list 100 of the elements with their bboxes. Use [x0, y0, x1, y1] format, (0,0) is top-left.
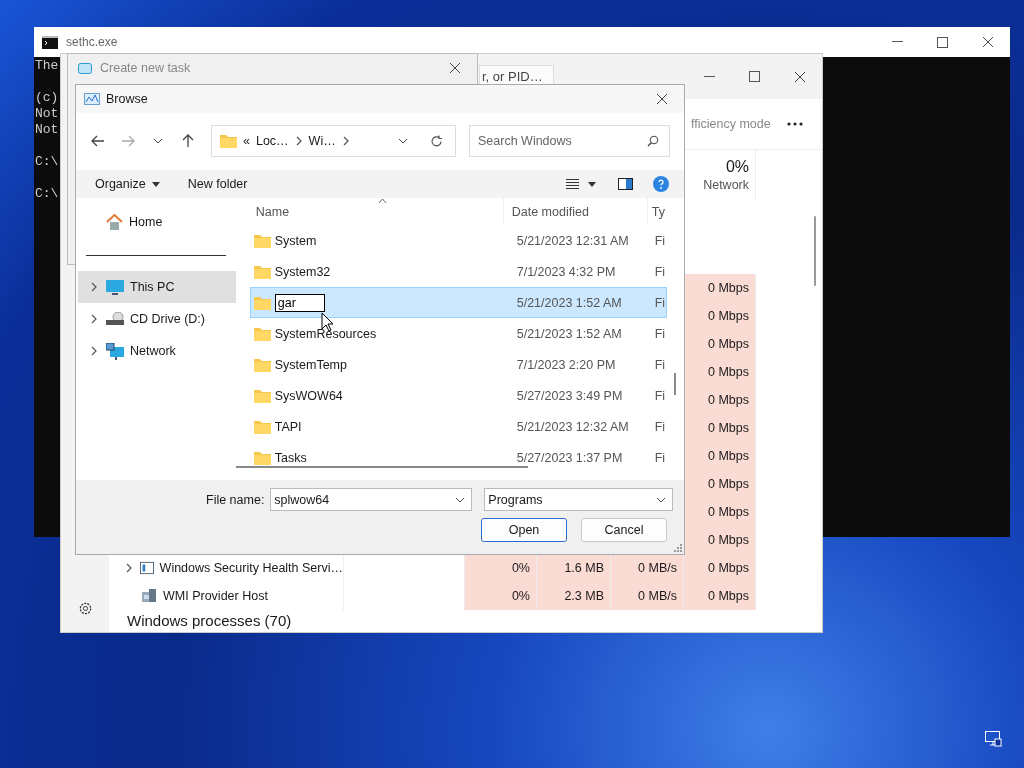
open-button[interactable]: Open [481, 518, 567, 542]
address-bar[interactable]: « Loc… Wi… [211, 125, 456, 157]
search-icon [647, 135, 659, 147]
computer-icon [141, 588, 157, 604]
console-line: Not [35, 122, 59, 138]
network-value: 0 Mbps [708, 449, 749, 463]
file-type: Fi [654, 264, 666, 279]
date-modified: 5/21/2023 12:32 AM [516, 419, 629, 434]
expand-chevron-icon [90, 314, 98, 324]
breadcrumb[interactable]: Loc… [255, 134, 289, 148]
rename-field[interactable]: gar [274, 293, 325, 312]
console-line: The [35, 58, 59, 74]
nav-item[interactable]: Home [78, 206, 236, 238]
file-type: Fi [654, 419, 666, 434]
expand-chevron-icon [125, 563, 133, 573]
date-modified: 5/27/2023 3:49 PM [516, 388, 623, 403]
close-icon[interactable] [448, 62, 461, 74]
file-type: Fi [654, 326, 666, 341]
caret-icon [151, 181, 160, 187]
network-value: 0 Mbps [708, 505, 749, 519]
file-row[interactable]: TAPI 5/21/2023 12:32 AM Fi [249, 411, 668, 442]
folder-icon [253, 388, 271, 403]
file-type-dropdown[interactable]: Programs [484, 488, 674, 511]
file-row[interactable]: SystemResources 5/21/2023 1:52 AM Fi [249, 318, 668, 349]
nav-item[interactable]: CD Drive (D:) [78, 303, 236, 335]
maximize-icon[interactable] [937, 36, 948, 48]
monitor-icon[interactable] [985, 731, 1002, 747]
console-line: C:\ [35, 186, 59, 202]
caret-icon[interactable] [588, 181, 596, 187]
folder-icon [253, 264, 271, 279]
chevron-right-icon [294, 136, 303, 146]
console-icon [42, 35, 58, 49]
overflow-glyph: « [243, 134, 250, 148]
file-name-field[interactable]: splwow64 [270, 488, 473, 511]
network-value: 0 Mbps [708, 421, 749, 435]
scrollbar-thumb[interactable] [236, 466, 528, 468]
file-name: SystemTemp [274, 357, 347, 372]
organize-menu[interactable]: Organize [91, 175, 164, 193]
efficiency-mode-button[interactable]: fficiency mode [691, 117, 771, 131]
window-icon [139, 561, 154, 575]
memory-value: 2.3 MB [564, 589, 604, 603]
file-row[interactable]: SystemTemp 7/1/2023 2:20 PM Fi [249, 349, 668, 380]
folder-icon [253, 450, 271, 465]
preview-pane-icon[interactable] [618, 178, 633, 190]
file-name: TAPI [274, 419, 302, 434]
close-icon[interactable] [981, 36, 994, 48]
chevron-down-icon[interactable] [398, 138, 408, 144]
chevron-down-icon[interactable] [455, 496, 466, 503]
back-arrow-icon[interactable] [91, 135, 105, 147]
monitor-icon [106, 279, 124, 295]
breadcrumb[interactable]: Wi… [308, 134, 336, 148]
file-row[interactable]: Tasks 5/27/2023 1:37 PM Fi [249, 442, 668, 473]
minimize-icon[interactable] [892, 41, 903, 43]
date-modified: 7/1/2023 4:32 PM [516, 264, 616, 279]
view-list-icon[interactable] [566, 179, 579, 189]
up-arrow-icon[interactable] [182, 134, 194, 148]
date-modified: 7/1/2023 2:20 PM [516, 357, 616, 372]
folder-icon [253, 295, 271, 310]
field-label: File name: [206, 492, 265, 507]
chevron-down-icon[interactable] [153, 138, 163, 144]
search-field[interactable]: Search Windows [469, 125, 670, 157]
file-name: System32 [274, 264, 331, 279]
folder-icon [253, 326, 271, 341]
file-row[interactable]: gar 5/21/2023 1:52 AM Fi [249, 287, 668, 318]
column-header[interactable]: Network [703, 178, 749, 192]
new-folder-button[interactable]: New folder [183, 175, 252, 193]
process-name: Windows Security Health Servi… [159, 561, 343, 575]
expand-chevron-icon [90, 282, 98, 292]
nav-item[interactable]: Network [78, 335, 236, 367]
network-percent: 0% [725, 158, 749, 176]
cpu-value: 0% [511, 561, 530, 575]
settings-icon[interactable] [77, 601, 93, 616]
nav-item[interactable]: This PC [78, 271, 236, 303]
chart-window-icon [84, 93, 100, 105]
refresh-icon[interactable] [430, 134, 443, 148]
scrollbar-thumb[interactable] [674, 373, 677, 395]
resize-grip-icon[interactable] [674, 544, 682, 552]
dialog-title: Browse [106, 92, 149, 106]
console-line: Not [35, 106, 59, 122]
console-line: (c) [35, 90, 59, 106]
column-header[interactable]: Ty [651, 204, 665, 219]
cancel-button[interactable]: Cancel [581, 518, 667, 542]
help-icon[interactable] [653, 176, 669, 192]
file-type: Fi [654, 388, 666, 403]
memory-value: 1.6 MB [564, 561, 604, 575]
scrollbar-thumb[interactable] [814, 216, 816, 286]
file-row[interactable]: System 5/21/2023 12:31 AM Fi [249, 225, 668, 256]
process-name: WMI Provider Host [163, 589, 268, 603]
more-options-icon[interactable] [786, 122, 803, 126]
chevron-right-icon [341, 136, 350, 146]
close-icon[interactable] [793, 70, 806, 83]
minimize-icon[interactable] [704, 75, 715, 78]
column-header[interactable]: Date modified [511, 204, 589, 219]
sort-caret-icon [377, 198, 387, 204]
close-icon[interactable] [655, 93, 668, 105]
column-header[interactable]: Name [255, 204, 290, 219]
file-row[interactable]: System32 7/1/2023 4:32 PM Fi [249, 256, 668, 287]
file-row[interactable]: SysWOW64 5/27/2023 3:49 PM Fi [249, 380, 668, 411]
disk-value: 0 MB/s [638, 561, 677, 575]
maximize-icon[interactable] [749, 71, 760, 82]
